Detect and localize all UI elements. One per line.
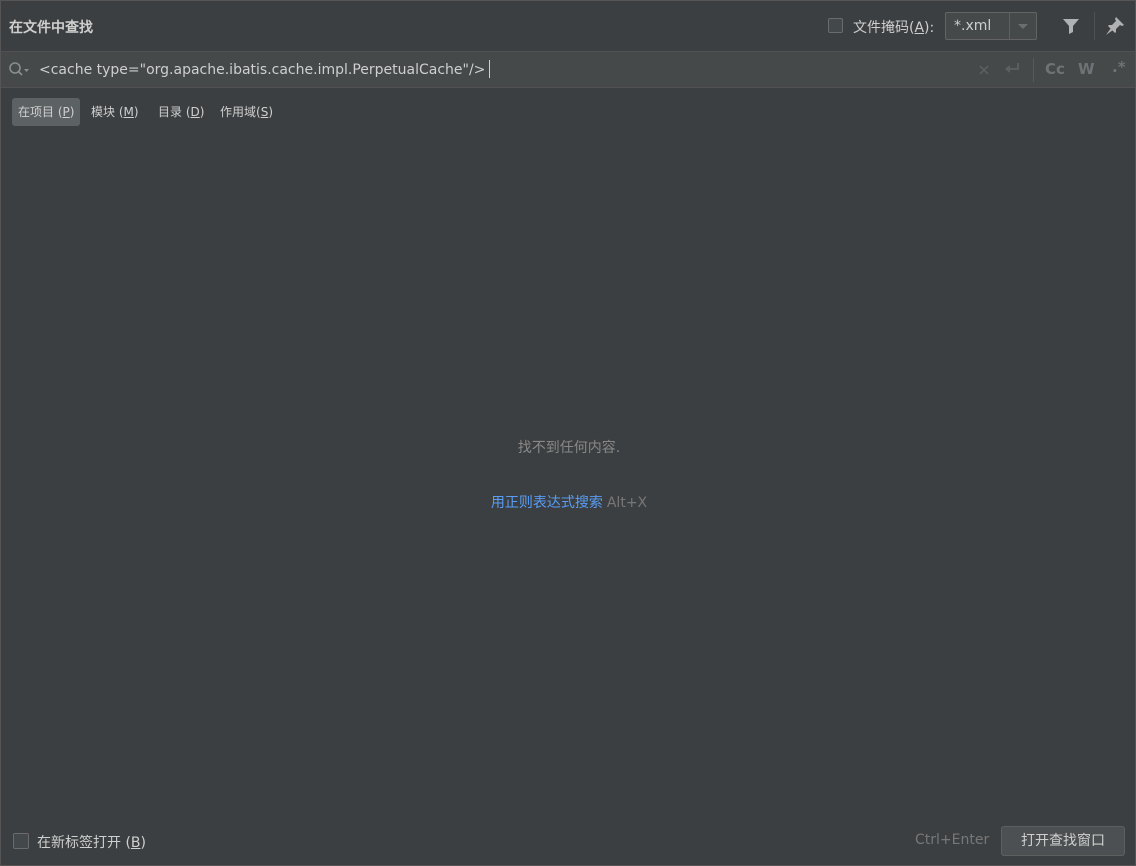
search-input[interactable]: <cache type="org.apache.ibatis.cache.imp… bbox=[39, 60, 491, 78]
scope-tab-scope[interactable]: 作用域(S) bbox=[214, 98, 279, 126]
open-find-window-button[interactable]: 打开查找窗口 bbox=[1001, 826, 1125, 856]
open-in-new-tab-label[interactable]: 在新标签打开 (B) bbox=[37, 832, 146, 852]
search-icon[interactable] bbox=[8, 61, 30, 79]
scope-tab-module[interactable]: 模块 (M) bbox=[85, 98, 145, 126]
scope-tab-project[interactable]: 在项目 (P) bbox=[12, 98, 81, 126]
regex-toggle[interactable]: .* bbox=[1112, 58, 1126, 76]
dialog-title: 在文件中查找 bbox=[9, 20, 93, 36]
pin-icon[interactable] bbox=[1105, 16, 1125, 36]
open-shortcut-hint: Ctrl+Enter bbox=[915, 832, 990, 848]
open-in-new-tab-checkbox[interactable] bbox=[13, 833, 29, 849]
regex-shortcut-hint: Alt+X bbox=[606, 495, 648, 511]
scope-tab-directory[interactable]: 目录 (D) bbox=[152, 98, 210, 126]
regex-search-link[interactable]: 用正则表达式搜索 bbox=[491, 495, 603, 511]
regex-hint: 用正则表达式搜索 Alt+X bbox=[1, 492, 1136, 512]
newline-icon[interactable] bbox=[1003, 61, 1021, 77]
search-options-divider bbox=[1033, 58, 1034, 82]
match-case-toggle[interactable]: Cc bbox=[1045, 60, 1065, 78]
close-icon[interactable] bbox=[977, 62, 991, 76]
find-in-files-dialog: 在文件中查找 文件掩码(A): *.xml <cache type="org.a… bbox=[0, 0, 1136, 866]
file-mask-label[interactable]: 文件掩码(A): bbox=[853, 17, 934, 37]
chevron-down-icon[interactable] bbox=[1010, 13, 1036, 39]
header-divider bbox=[1094, 12, 1095, 40]
filter-icon[interactable] bbox=[1061, 16, 1081, 36]
empty-results-message: 找不到任何内容. bbox=[517, 440, 621, 456]
file-mask-combo[interactable]: *.xml bbox=[945, 12, 1037, 40]
dialog-header: 在文件中查找 文件掩码(A): *.xml bbox=[1, 1, 1135, 52]
whole-words-toggle[interactable]: W bbox=[1078, 60, 1095, 78]
search-bar: <cache type="org.apache.ibatis.cache.imp… bbox=[1, 52, 1135, 88]
file-mask-value[interactable]: *.xml bbox=[954, 18, 991, 34]
file-mask-checkbox[interactable] bbox=[828, 18, 843, 33]
text-caret bbox=[489, 60, 491, 78]
